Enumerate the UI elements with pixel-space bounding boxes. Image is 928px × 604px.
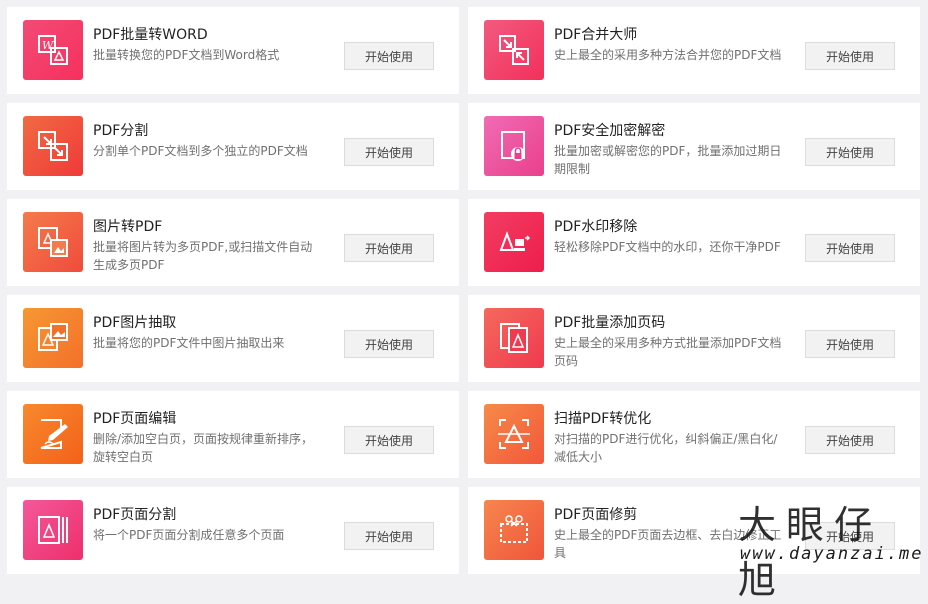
pdf-to-word-icon: W xyxy=(23,20,83,80)
tool-card-watermark-remove: PDF水印移除 轻松移除PDF文档中的水印，还你干净PDF 开始使用 xyxy=(468,199,920,286)
tool-title: PDF页面编辑 xyxy=(93,411,177,427)
tool-title: PDF批量添加页码 xyxy=(554,315,666,331)
tool-title: PDF图片抽取 xyxy=(93,315,177,331)
tool-description: 将一个PDF页面分割成任意多个页面 xyxy=(93,528,285,542)
tool-description: 批量加密或解密您的PDF，批量添加过期日期限制 xyxy=(554,144,782,176)
start-button[interactable]: 开始使用 xyxy=(344,234,434,262)
tool-card-page-crop: PDF页面修剪 史上最全的PDF页面去边框、去白边修正工具 开始使用 xyxy=(468,487,920,574)
start-button[interactable]: 开始使用 xyxy=(344,426,434,454)
tool-description: 史上最全的采用多种方法合并您的PDF文档 xyxy=(554,48,782,62)
tool-title: PDF批量转WORD xyxy=(93,27,208,43)
lock-icon xyxy=(484,116,544,176)
tool-description: 轻松移除PDF文档中的水印，还你干净PDF xyxy=(554,240,781,254)
start-button[interactable]: 开始使用 xyxy=(805,234,895,262)
tool-description: 史上最全的PDF页面去边框、去白边修正工具 xyxy=(554,528,782,560)
tool-description: 批量将图片转为多页PDF,或扫描文件自动生成多页PDF xyxy=(93,240,313,272)
scan-optimize-icon xyxy=(484,404,544,464)
start-button[interactable]: 开始使用 xyxy=(344,522,434,550)
page-number-icon xyxy=(484,308,544,368)
tool-description: 对扫描的PDF进行优化，纠斜偏正/黑白化/减低大小 xyxy=(554,432,778,464)
tool-description: 批量将您的PDF文件中图片抽取出来 xyxy=(93,336,285,350)
tool-title: PDF页面分割 xyxy=(93,507,177,523)
tool-description: 批量转换您的PDF文档到Word格式 xyxy=(93,48,280,62)
tool-title: PDF分割 xyxy=(93,123,149,139)
svg-text:W: W xyxy=(42,39,55,52)
tool-title: 扫描PDF转优化 xyxy=(554,411,652,427)
image-to-pdf-icon xyxy=(23,212,83,272)
tool-card-split: PDF分割 分割单个PDF文档到多个独立的PDF文档 开始使用 xyxy=(7,103,459,190)
tool-description: 删除/添加空白页，页面按规律重新排序，旋转空白页 xyxy=(93,432,314,464)
page-crop-icon xyxy=(484,500,544,560)
start-button[interactable]: 开始使用 xyxy=(805,138,895,166)
tool-card-page-edit: PDF页面编辑 删除/添加空白页，页面按规律重新排序，旋转空白页 开始使用 xyxy=(7,391,459,478)
tool-card-image-extract: PDF图片抽取 批量将您的PDF文件中图片抽取出来 开始使用 xyxy=(7,295,459,382)
tool-card-pdf-to-word: W PDF批量转WORD 批量转换您的PDF文档到Word格式 开始使用 xyxy=(7,7,459,94)
image-extract-icon xyxy=(23,308,83,368)
tool-title: PDF合并大师 xyxy=(554,27,638,43)
tool-grid: W PDF批量转WORD 批量转换您的PDF文档到Word格式 开始使用 PDF… xyxy=(0,0,928,602)
tool-description: 史上最全的采用多种方式批量添加PDF文档页码 xyxy=(554,336,782,368)
tool-card-page-split: PDF页面分割 将一个PDF页面分割成任意多个页面 开始使用 xyxy=(7,487,459,574)
start-button[interactable]: 开始使用 xyxy=(805,522,895,550)
start-button[interactable]: 开始使用 xyxy=(344,138,434,166)
start-button[interactable]: 开始使用 xyxy=(344,330,434,358)
start-button[interactable]: 开始使用 xyxy=(805,426,895,454)
tool-title: PDF页面修剪 xyxy=(554,507,638,523)
tool-title: PDF水印移除 xyxy=(554,219,638,235)
tool-title: PDF安全加密解密 xyxy=(554,123,666,139)
tool-card-scan-optimize: 扫描PDF转优化 对扫描的PDF进行优化，纠斜偏正/黑白化/减低大小 开始使用 xyxy=(468,391,920,478)
start-button[interactable]: 开始使用 xyxy=(805,42,895,70)
tool-card-encrypt: PDF安全加密解密 批量加密或解密您的PDF，批量添加过期日期限制 开始使用 xyxy=(468,103,920,190)
merge-icon xyxy=(484,20,544,80)
split-icon xyxy=(23,116,83,176)
tool-description: 分割单个PDF文档到多个独立的PDF文档 xyxy=(93,144,308,158)
start-button[interactable]: 开始使用 xyxy=(344,42,434,70)
tool-card-image-to-pdf: 图片转PDF 批量将图片转为多页PDF,或扫描文件自动生成多页PDF 开始使用 xyxy=(7,199,459,286)
tool-title: 图片转PDF xyxy=(93,219,163,235)
watermark-remove-icon xyxy=(484,212,544,272)
tool-card-merge: PDF合并大师 史上最全的采用多种方法合并您的PDF文档 开始使用 xyxy=(468,7,920,94)
tool-card-page-number: PDF批量添加页码 史上最全的采用多种方式批量添加PDF文档页码 开始使用 xyxy=(468,295,920,382)
page-split-icon xyxy=(23,500,83,560)
page-edit-icon xyxy=(23,404,83,464)
start-button[interactable]: 开始使用 xyxy=(805,330,895,358)
